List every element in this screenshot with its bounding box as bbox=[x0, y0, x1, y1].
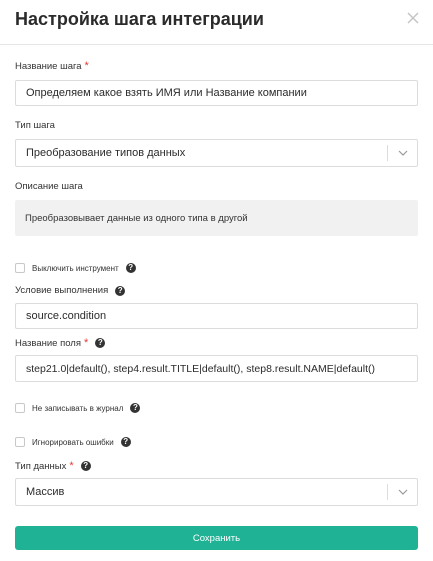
disable-tool-checkbox[interactable] bbox=[15, 263, 25, 273]
disable-tool-label: Выключить инструмент bbox=[32, 263, 119, 273]
condition-label-text: Условие выполнения bbox=[15, 285, 109, 296]
question-circle-icon[interactable]: ? bbox=[130, 403, 141, 413]
question-circle-icon[interactable]: ? bbox=[115, 285, 126, 296]
disable-tool-row[interactable]: Выключить инструмент ? bbox=[15, 263, 136, 273]
question-circle-icon[interactable]: ? bbox=[125, 263, 136, 273]
step-description-text: Преобразовывает данные из одного типа в … bbox=[15, 200, 418, 236]
data-type-label: Тип данных * ? bbox=[15, 460, 91, 472]
ignore-errors-row[interactable]: Игнорировать ошибки ? bbox=[15, 437, 131, 447]
required-mark: * bbox=[69, 460, 74, 472]
step-type-label-text: Тип шага bbox=[15, 120, 55, 131]
step-type-select[interactable]: Преобразование типов данных bbox=[15, 139, 418, 167]
question-circle-icon[interactable]: ? bbox=[80, 461, 91, 471]
data-type-select[interactable]: Массив bbox=[15, 478, 418, 506]
field-name-label-text: Название поля bbox=[15, 337, 81, 349]
step-name-label: Название шага * bbox=[15, 60, 89, 72]
step-name-input[interactable]: Определяем какое взять ИМЯ или Название … bbox=[15, 80, 418, 106]
step-type-selected-value: Преобразование типов данных bbox=[26, 147, 186, 159]
chevron-down-icon[interactable] bbox=[397, 147, 409, 159]
select-divider bbox=[387, 145, 388, 161]
step-name-label-text: Название шага bbox=[15, 60, 82, 72]
field-name-input[interactable]: step21.0|default(), step4.result.TITLE|d… bbox=[15, 355, 418, 382]
required-mark: * bbox=[84, 337, 89, 349]
integration-step-dialog: Настройка шага интеграции Название шага … bbox=[0, 0, 433, 561]
no-log-checkbox[interactable] bbox=[15, 403, 25, 413]
condition-label: Условие выполнения ? bbox=[15, 285, 126, 296]
chevron-down-icon[interactable] bbox=[397, 486, 409, 498]
question-circle-icon[interactable]: ? bbox=[95, 338, 106, 348]
save-button[interactable]: Сохранить bbox=[15, 526, 418, 550]
data-type-selected-value: Массив bbox=[26, 486, 65, 498]
step-description-label-text: Описание шага bbox=[15, 181, 83, 192]
dialog-header: Настройка шага интеграции bbox=[0, 0, 433, 45]
ignore-errors-label: Игнорировать ошибки bbox=[32, 437, 114, 447]
dialog-title: Настройка шага интеграции bbox=[15, 9, 264, 29]
select-divider bbox=[387, 484, 388, 500]
close-icon[interactable] bbox=[405, 10, 421, 26]
required-mark: * bbox=[84, 60, 89, 72]
ignore-errors-checkbox[interactable] bbox=[15, 437, 25, 447]
field-name-label: Название поля * ? bbox=[15, 337, 106, 349]
data-type-label-text: Тип данных bbox=[15, 460, 67, 472]
question-circle-icon[interactable]: ? bbox=[120, 437, 131, 447]
condition-input[interactable]: source.condition bbox=[15, 303, 418, 329]
no-log-row[interactable]: Не записывать в журнал ? bbox=[15, 403, 141, 413]
step-type-label: Тип шага bbox=[15, 120, 55, 131]
step-description-label: Описание шага bbox=[15, 181, 83, 192]
no-log-label: Не записывать в журнал bbox=[32, 403, 124, 413]
